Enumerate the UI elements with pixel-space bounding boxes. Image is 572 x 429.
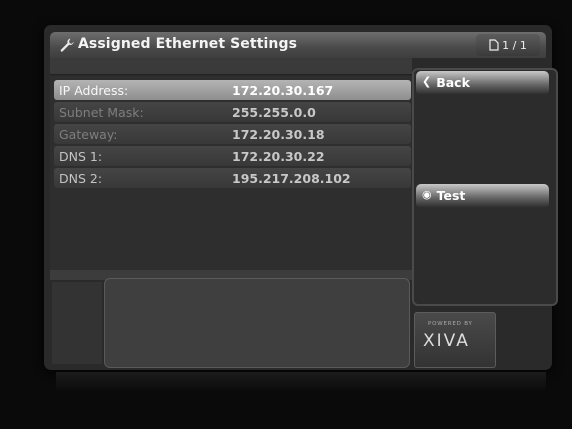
- chevron-left-icon: ❮: [422, 75, 432, 88]
- setting-value: 172.20.30.167: [232, 83, 334, 98]
- test-button[interactable]: ◉ Test: [416, 184, 549, 208]
- test-button-label: Test: [436, 188, 466, 203]
- setting-value: 255.255.0.0: [232, 105, 316, 120]
- sub-header-bar: [50, 58, 412, 75]
- setting-row-dns-1[interactable]: DNS 1: 172.20.30.22: [54, 146, 411, 166]
- info-box: [104, 278, 410, 368]
- setting-label: DNS 2:: [59, 171, 103, 186]
- brand-text: XIVA: [423, 331, 470, 351]
- setting-row-dns-2[interactable]: DNS 2: 195.217.208.102: [54, 168, 411, 188]
- page-icon: [489, 39, 499, 51]
- setting-label: IP Address:: [59, 83, 129, 98]
- setting-label: Subnet Mask:: [59, 105, 144, 120]
- back-button[interactable]: ❮ Back: [416, 71, 549, 95]
- page-indicator: 1 / 1: [476, 34, 540, 56]
- radio-icon: ◉: [422, 188, 432, 201]
- page-title: Assigned Ethernet Settings: [78, 36, 298, 52]
- setting-label: DNS 1:: [59, 149, 103, 164]
- page-count: 1 / 1: [502, 38, 527, 52]
- setting-value: 172.20.30.22: [232, 149, 325, 164]
- info-side-block: [52, 282, 102, 364]
- setting-row-gateway[interactable]: Gateway: 172.20.30.18: [54, 124, 411, 144]
- powered-by-text: POWERED BY: [428, 321, 473, 327]
- setting-value: 172.20.30.18: [232, 127, 325, 142]
- panel-shadow: [56, 372, 546, 392]
- wrench-icon: [60, 38, 74, 52]
- setting-row-subnet-mask[interactable]: Subnet Mask: 255.255.0.0: [54, 102, 411, 122]
- setting-label: Gateway:: [59, 127, 118, 142]
- back-button-label: Back: [436, 75, 470, 90]
- setting-value: 195.217.208.102: [232, 171, 351, 186]
- setting-row-ip-address[interactable]: IP Address: 172.20.30.167: [54, 80, 411, 100]
